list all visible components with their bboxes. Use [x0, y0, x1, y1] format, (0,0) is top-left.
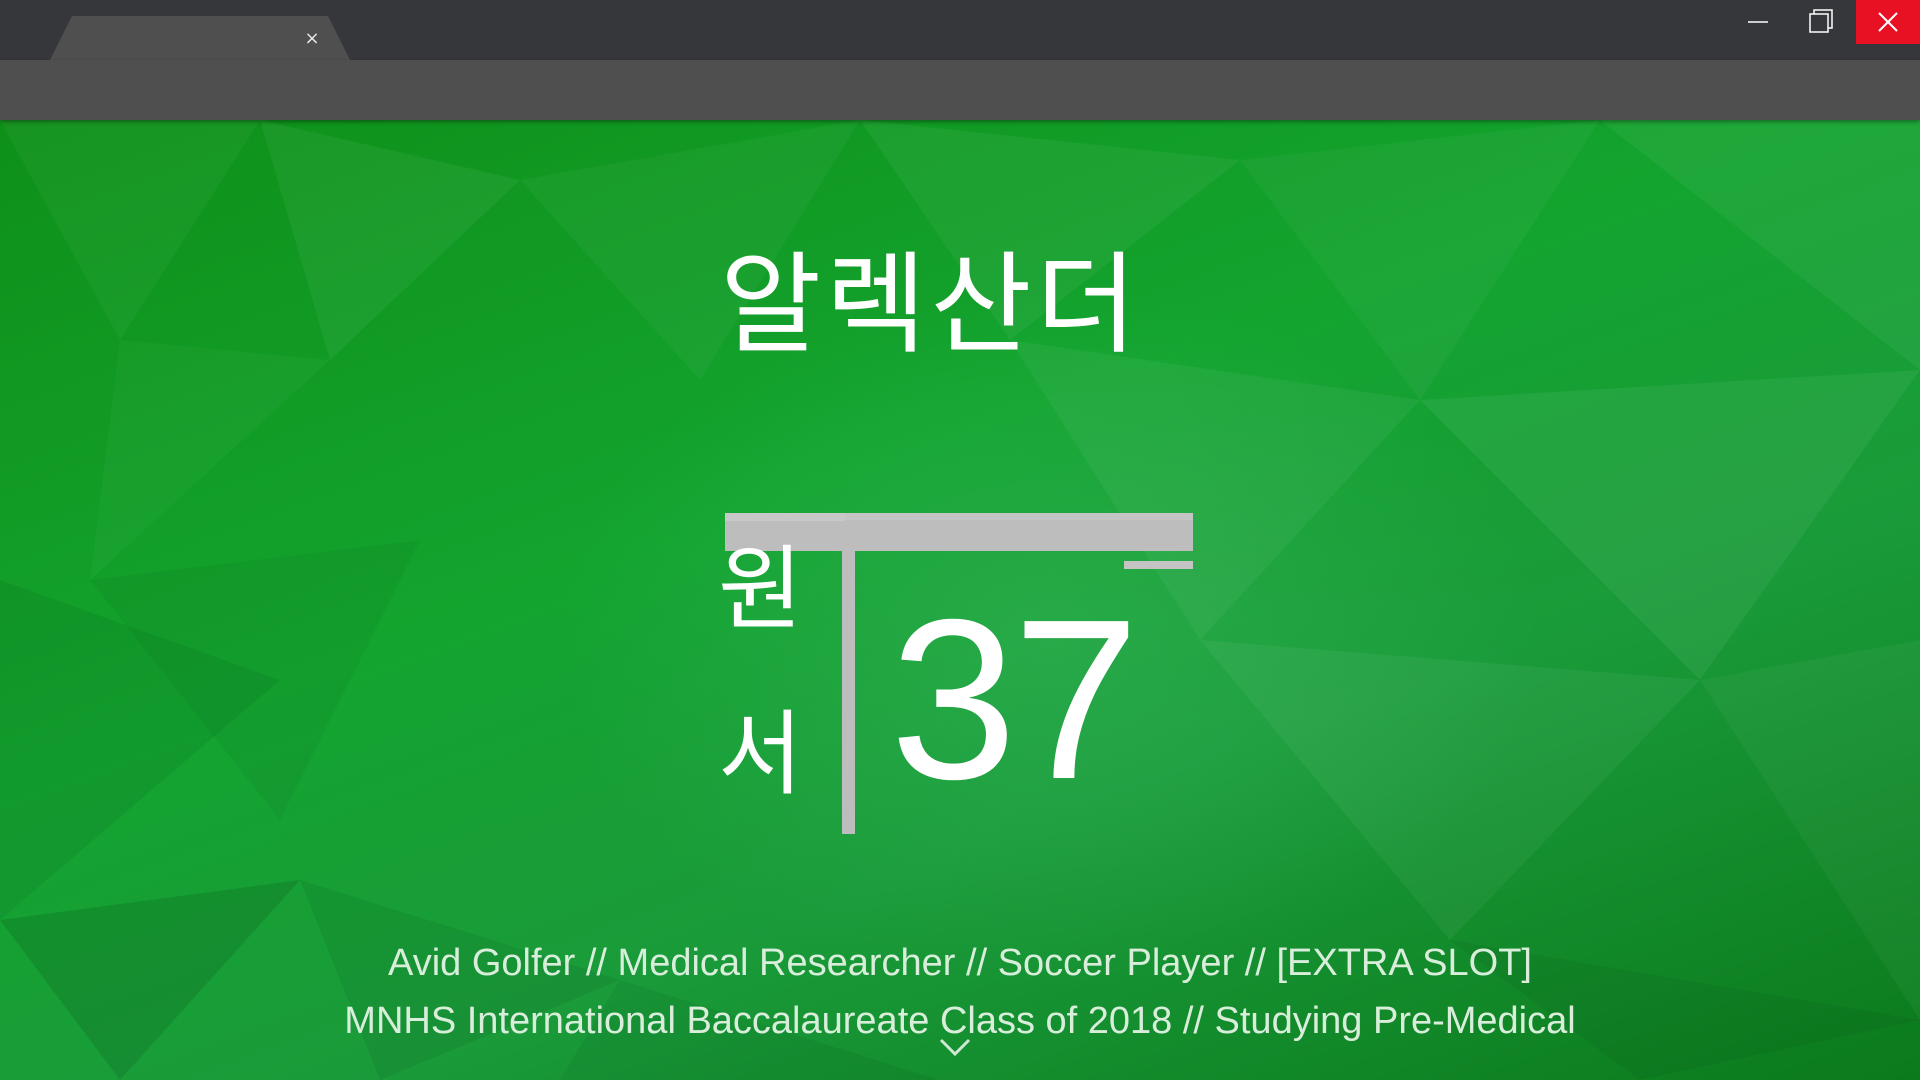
- chevron-down-icon: [939, 1038, 971, 1057]
- tab-close-button[interactable]: ×: [296, 27, 328, 51]
- window-close-button[interactable]: [1856, 0, 1920, 44]
- logo-small-bar: [1124, 561, 1193, 569]
- korean-name-side-2: 서: [718, 701, 803, 808]
- browser-titlebar: ×: [0, 0, 1920, 60]
- name-logo: 알렉산더 원 서 37: [718, 240, 1220, 840]
- scroll-down-button[interactable]: [935, 1032, 975, 1062]
- minimize-icon: [1748, 21, 1768, 23]
- restore-icon: [1809, 9, 1833, 33]
- korean-name-side-1: 원: [718, 536, 803, 643]
- logo-bar-accent: [725, 513, 845, 521]
- maximize-button[interactable]: [1792, 0, 1852, 44]
- hero-section: 알렉산더 원 서 37 Avid Golfer // Medical Resea…: [0, 120, 1920, 1080]
- logo-vertical-bar: [842, 521, 855, 834]
- browser-toolbar: [0, 60, 1920, 120]
- close-icon: [1878, 12, 1898, 32]
- jersey-number: 37: [890, 573, 1140, 827]
- minimize-button[interactable]: [1728, 0, 1788, 44]
- tagline-roles: Avid Golfer // Medical Researcher // Soc…: [388, 942, 1532, 984]
- korean-name-top: 알렉산더: [720, 241, 1141, 369]
